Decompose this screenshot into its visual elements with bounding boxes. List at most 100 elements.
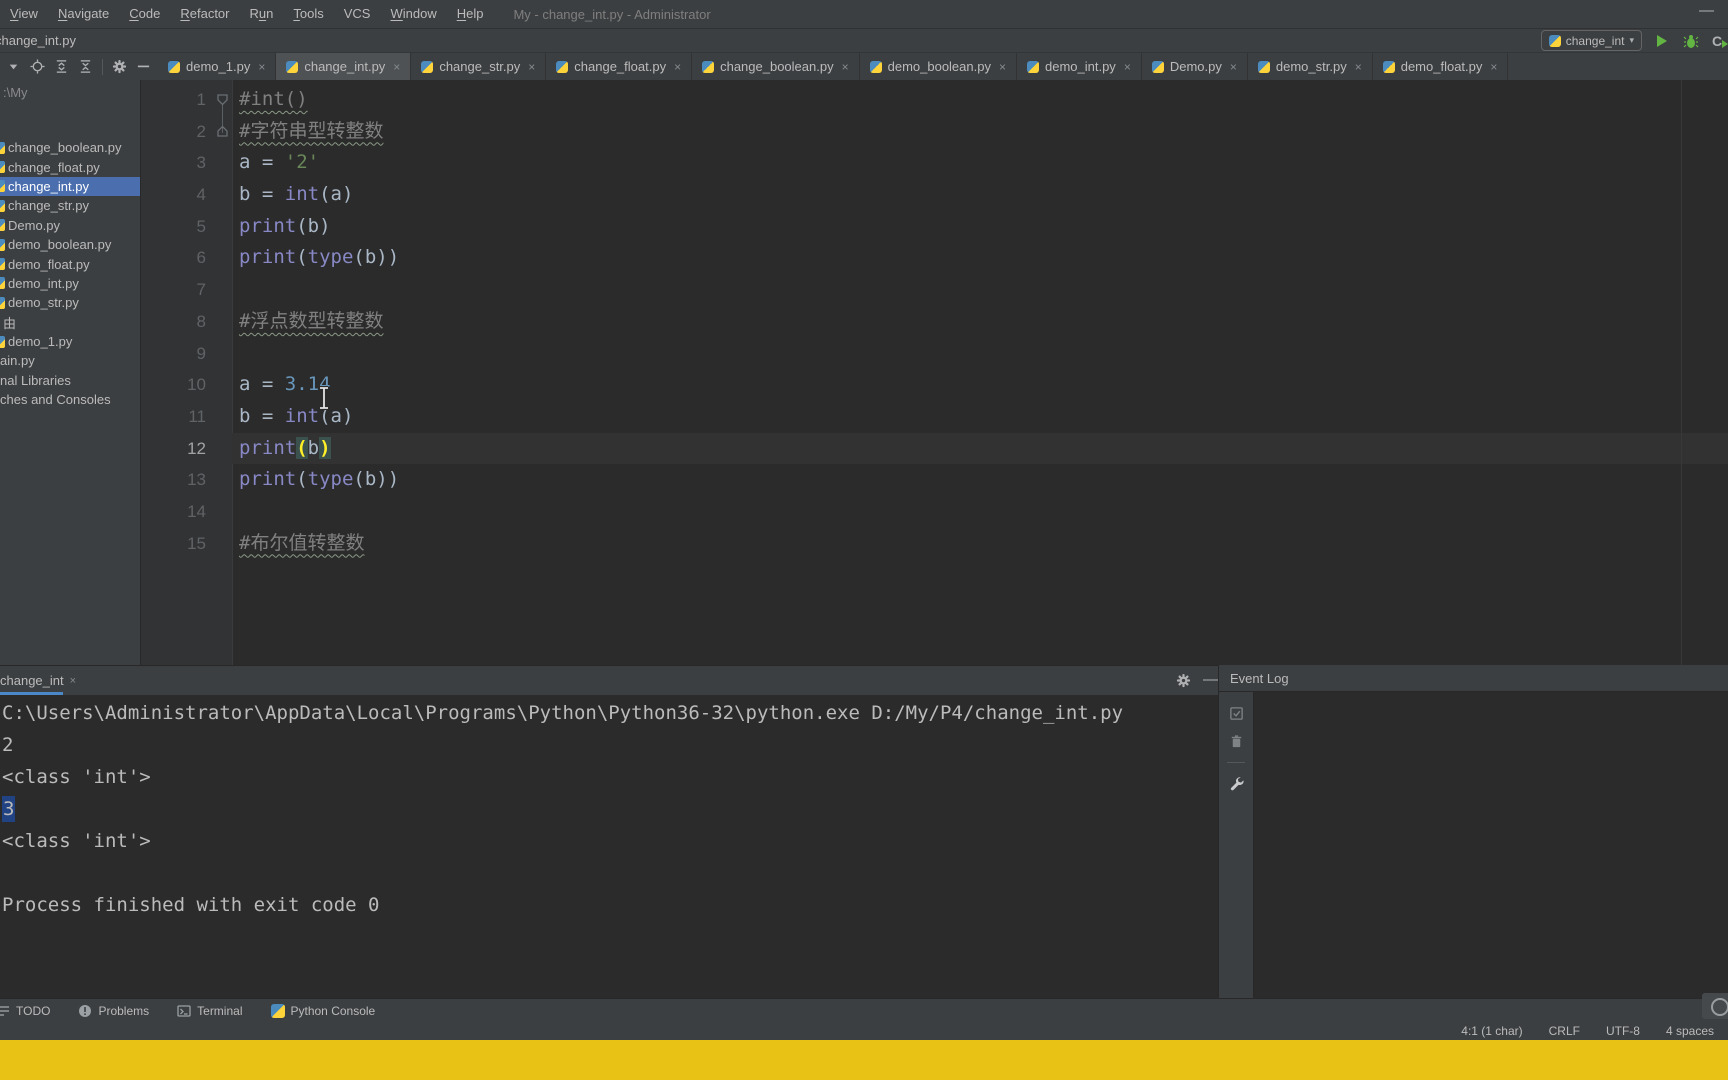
code-line-12[interactable]: print(b)	[232, 432, 1728, 465]
toolwindow-terminal[interactable]: Terminal	[177, 1004, 243, 1018]
tree-item-change_boolean.py[interactable]: change_boolean.py	[0, 138, 140, 157]
menu-run[interactable]: Run	[240, 6, 284, 21]
tree-item-change_str.py[interactable]: change_str.py	[0, 196, 140, 215]
run-configuration-dropdown[interactable]: change_int ▾	[1540, 30, 1642, 51]
fold-marker-icon[interactable]	[216, 125, 229, 138]
wrench-icon[interactable]	[1229, 776, 1244, 791]
menu-window[interactable]: Window	[380, 6, 446, 21]
close-icon[interactable]: ×	[1355, 60, 1362, 74]
gutter-line-4[interactable]: 4	[141, 179, 232, 211]
close-icon[interactable]: ×	[258, 60, 265, 74]
event-log-header[interactable]: Event Log	[1219, 665, 1728, 692]
gutter-line-14[interactable]: 14	[141, 496, 232, 528]
editor-gutter[interactable]: 1 2 3 4 5 6 7 8 9 10 11 12 13 14 15	[141, 80, 233, 665]
line-ending[interactable]: CRLF	[1549, 1024, 1580, 1038]
close-icon[interactable]: ×	[842, 60, 849, 74]
gear-icon[interactable]	[112, 59, 127, 74]
editor-tab-change_boolean.py[interactable]: change_boolean.py ×	[692, 53, 860, 80]
editor-tab-demo_str.py[interactable]: demo_str.py ×	[1247, 53, 1373, 80]
caret-position[interactable]: 4:1 (1 char)	[1461, 1024, 1522, 1038]
code-editor[interactable]: 1 2 3 4 5 6 7 8 9 10 11 12 13 14 15 #int() #字符串型转整数 a = …	[141, 80, 1728, 665]
close-icon[interactable]: ×	[1230, 60, 1237, 74]
editor-tab-change_int.py[interactable]: change_int.py ×	[276, 53, 412, 80]
close-icon[interactable]: ×	[528, 60, 535, 74]
code-line-9[interactable]	[233, 338, 1728, 370]
gutter-line-15[interactable]: 15	[141, 528, 232, 560]
gutter-line-6[interactable]: 6	[141, 242, 232, 274]
editor-tab-demo_float.py[interactable]: demo_float.py ×	[1372, 53, 1509, 80]
gutter-line-13[interactable]: 13	[141, 464, 232, 496]
gutter-line-1[interactable]: 1	[141, 84, 232, 116]
code-line-15[interactable]: #布尔值转整数	[233, 528, 1728, 560]
file-encoding[interactable]: UTF-8	[1606, 1024, 1640, 1038]
gear-icon[interactable]	[1176, 673, 1191, 688]
code-area[interactable]: #int() #字符串型转整数 a = '2' b = int(a) print(b) p…	[232, 80, 1728, 665]
code-line-6[interactable]: print(type(b))	[233, 242, 1728, 274]
trash-icon[interactable]	[1229, 734, 1244, 749]
code-line-8[interactable]: #浮点数型转整数	[233, 306, 1728, 338]
menu-code[interactable]: Code	[119, 6, 170, 21]
code-line-13[interactable]: print(type(b))	[233, 464, 1728, 496]
locate-file-icon[interactable]	[30, 59, 45, 74]
run-with-coverage-button[interactable]: C	[1712, 33, 1728, 49]
code-line-11[interactable]: b = int(a)	[233, 401, 1728, 433]
gutter-line-2[interactable]: 2	[141, 116, 232, 148]
code-line-14[interactable]	[233, 496, 1728, 528]
code-line-1[interactable]: #int()	[233, 84, 1728, 116]
tree-item-demo_float.py[interactable]: demo_float.py	[0, 254, 140, 273]
toolwindow-problems[interactable]: Problems	[78, 1004, 149, 1018]
menu-vcs[interactable]: VCS	[334, 6, 381, 21]
editor-tab-demo_int.py[interactable]: demo_int.py ×	[1016, 53, 1142, 80]
corner-widget[interactable]	[1702, 993, 1728, 1019]
minimize-button[interactable]: —	[1699, 2, 1714, 19]
gutter-line-10[interactable]: 10	[141, 369, 232, 401]
close-icon[interactable]: ×	[674, 60, 681, 74]
tree-item-ain.py[interactable]: ain.py	[0, 351, 140, 370]
tree-item-change_int.py[interactable]: change_int.py	[0, 176, 140, 197]
code-line-3[interactable]: a = '2'	[233, 147, 1728, 179]
run-button[interactable]	[1654, 33, 1670, 49]
code-line-7[interactable]	[233, 274, 1728, 306]
gutter-line-7[interactable]: 7	[141, 274, 232, 306]
close-icon[interactable]: ×	[70, 675, 76, 687]
close-icon[interactable]: ×	[1124, 60, 1131, 74]
editor-tab-demo_1.py[interactable]: demo_1.py ×	[158, 53, 277, 80]
tree-item-ches and Consoles[interactable]: ches and Consoles	[0, 390, 140, 409]
tree-item-nal Libraries[interactable]: nal Libraries	[0, 371, 140, 390]
tree-item-demo_str.py[interactable]: demo_str.py	[0, 293, 140, 312]
tree-item-demo_int.py[interactable]: demo_int.py	[0, 274, 140, 293]
menu-view[interactable]: View	[0, 6, 48, 21]
close-icon[interactable]: ×	[1490, 60, 1497, 74]
code-line-2[interactable]: #字符串型转整数	[233, 116, 1728, 148]
chevron-down-icon[interactable]	[6, 59, 21, 74]
menu-tools[interactable]: Tools	[283, 6, 333, 21]
tree-item-由[interactable]: 由	[0, 313, 140, 332]
tree-item-demo_1.py[interactable]: demo_1.py	[0, 332, 140, 351]
toolwindow-todo[interactable]: TODO	[0, 1004, 50, 1018]
gutter-line-3[interactable]: 3	[141, 147, 232, 179]
console-output[interactable]: C:\Users\Administrator\AppData\Local\Pro…	[0, 694, 1220, 1001]
project-root-path[interactable]: :\My	[3, 85, 28, 100]
indent-setting[interactable]: 4 spaces	[1666, 1024, 1714, 1038]
editor-tab-change_str.py[interactable]: change_str.py ×	[411, 53, 547, 80]
code-line-10[interactable]: a = 3.14	[233, 369, 1728, 401]
hide-panel-icon[interactable]: —	[1203, 671, 1218, 688]
gutter-line-5[interactable]: 5	[141, 211, 232, 243]
close-icon[interactable]: ×	[999, 60, 1006, 74]
editor-tab-Demo.py[interactable]: Demo.py ×	[1141, 53, 1248, 80]
mark-all-read-icon[interactable]	[1229, 706, 1244, 721]
collapse-all-icon[interactable]	[78, 59, 93, 74]
gutter-line-11[interactable]: 11	[141, 401, 232, 433]
gutter-line-8[interactable]: 8	[141, 306, 232, 338]
debug-button[interactable]	[1683, 33, 1699, 49]
menu-help[interactable]: Help	[447, 6, 494, 21]
menu-navigate[interactable]: Navigate	[48, 6, 119, 21]
tree-item-demo_boolean.py[interactable]: demo_boolean.py	[0, 235, 140, 254]
expand-all-icon[interactable]	[54, 59, 69, 74]
hide-panel-icon[interactable]	[136, 59, 151, 74]
code-line-4[interactable]: b = int(a)	[233, 179, 1728, 211]
breadcrumb[interactable]: change_int.py	[0, 33, 76, 48]
gutter-line-9[interactable]: 9	[141, 338, 232, 370]
gutter-line-12[interactable]: 12	[141, 433, 232, 465]
editor-tab-demo_boolean.py[interactable]: demo_boolean.py ×	[859, 53, 1017, 80]
